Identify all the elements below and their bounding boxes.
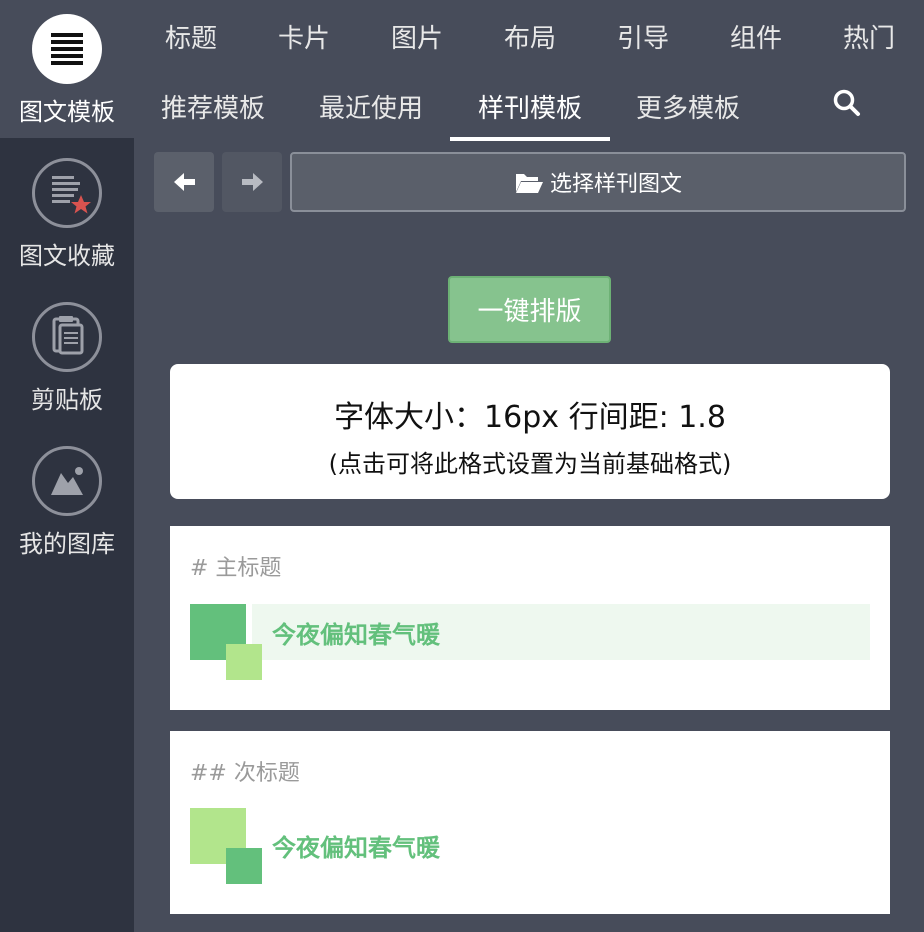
nav-tab-card[interactable]: 卡片 xyxy=(278,18,330,55)
secondary-nav: 推荐模板 最近使用 样刊模板 更多模板 xyxy=(134,70,924,138)
select-sample-label: 选择样刊图文 xyxy=(549,172,682,197)
nav-tab-image[interactable]: 图片 xyxy=(391,18,443,55)
sidebar-item-label: 剪贴板 xyxy=(31,386,103,414)
arrow-right-icon xyxy=(242,173,263,191)
card-header: # 主标题 xyxy=(190,556,282,581)
forward-button[interactable] xyxy=(222,152,282,212)
tab-recommended[interactable]: 推荐模板 xyxy=(161,88,265,125)
arrow-left-icon xyxy=(174,173,195,191)
sidebar-item-clipboard[interactable]: 剪贴板 xyxy=(0,302,134,415)
decor-square-dark xyxy=(226,848,262,884)
tab-more[interactable]: 更多模板 xyxy=(636,88,740,125)
format-info: 字体大小：16px 行间距: 1.8 xyxy=(334,400,726,435)
folder-open-icon xyxy=(515,174,543,193)
nav-tab-layout[interactable]: 布局 xyxy=(504,18,556,55)
template-title: 今夜偏知春气暖 xyxy=(272,834,440,862)
favorite-doc-icon xyxy=(32,158,102,228)
template-title: 今夜偏知春气暖 xyxy=(272,621,440,649)
list-icon xyxy=(32,14,102,84)
format-hint: (点击可将此格式设置为当前基础格式) xyxy=(328,450,732,478)
decor-square-light xyxy=(226,644,262,680)
search-icon[interactable] xyxy=(832,88,862,118)
card-header: ## 次标题 xyxy=(190,761,300,786)
template-card-sub-title[interactable]: ## 次标题 今夜偏知春气暖 xyxy=(170,731,890,914)
image-gallery-icon xyxy=(32,446,102,516)
sidebar-item-templates[interactable]: 图文模板 xyxy=(0,14,134,127)
base-format-card[interactable]: 字体大小：16px 行间距: 1.8 (点击可将此格式设置为当前基础格式) xyxy=(170,364,890,499)
active-tab-underline xyxy=(450,137,610,141)
sidebar-item-label: 图文模板 xyxy=(19,98,115,126)
nav-tab-title[interactable]: 标题 xyxy=(165,18,217,55)
primary-nav: 标题 卡片 图片 布局 引导 组件 热门 xyxy=(134,0,924,70)
nav-tab-component[interactable]: 组件 xyxy=(730,18,782,55)
sidebar: 图文模板 图文收藏 剪贴板 我的图库 xyxy=(0,0,134,932)
back-button[interactable] xyxy=(154,152,214,212)
sidebar-item-label: 图文收藏 xyxy=(19,242,115,270)
tab-sample[interactable]: 样刊模板 xyxy=(478,88,582,125)
sidebar-item-gallery[interactable]: 我的图库 xyxy=(0,446,134,559)
nav-tab-hot[interactable]: 热门 xyxy=(843,18,895,55)
clipboard-icon xyxy=(32,302,102,372)
select-sample-button[interactable]: 选择样刊图文 xyxy=(290,152,906,212)
nav-tab-guide[interactable]: 引导 xyxy=(617,18,669,55)
sidebar-item-label: 我的图库 xyxy=(19,530,115,558)
sidebar-item-favorites[interactable]: 图文收藏 xyxy=(0,158,134,271)
one-click-layout-button[interactable]: 一键排版 xyxy=(448,276,611,343)
template-card-main-title[interactable]: # 主标题 今夜偏知春气暖 xyxy=(170,526,890,710)
tab-recent[interactable]: 最近使用 xyxy=(319,88,423,125)
